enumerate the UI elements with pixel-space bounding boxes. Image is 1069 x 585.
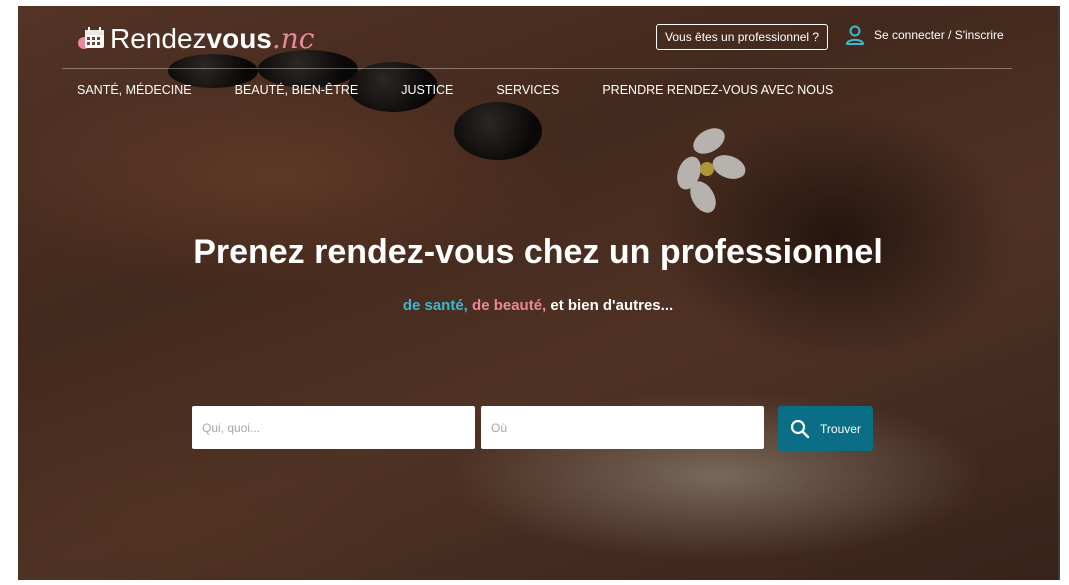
subtitle-rest: et bien d'autres... [550,297,674,314]
flower-decoration [666,122,756,218]
where-input[interactable] [481,406,764,449]
hero-title: Prenez rendez-vous chez un professionnel [193,233,883,271]
nav-item-justice[interactable]: JUSTICE [401,83,453,97]
hot-stone [454,102,542,160]
search-button[interactable]: Trouver [778,406,873,451]
site-header: Rendezvous.nc Vous êtes un professionnel… [18,6,1058,106]
search-icon [790,419,810,438]
professional-button[interactable]: Vous êtes un professionnel ? [656,24,829,50]
nav-item-prendre-rdv[interactable]: PRENDRE RENDEZ-VOUS AVEC NOUS [602,83,833,97]
hero-subtitle: de santé, de beauté, et bien d'autres... [18,297,1058,314]
search-button-label: Trouver [820,421,861,436]
nav-item-beaute[interactable]: BEAUTÉ, BIEN-ÊTRE [235,83,359,97]
site-logo[interactable]: Rendezvous.nc [76,20,315,56]
user-icon [844,24,866,46]
logo-text: Rendezvous.nc [110,21,315,55]
main-nav: SANTÉ, MÉDECINE BEAUTÉ, BIEN-ÊTRE JUSTIC… [77,83,876,97]
window-edge [1058,6,1060,580]
nav-item-services[interactable]: SERVICES [496,83,559,97]
login-label: Se connecter / S'inscrire [874,28,1004,42]
header-divider [62,68,1012,69]
hero-background: Rendezvous.nc Vous êtes un professionnel… [18,6,1058,580]
calendar-icon [76,25,106,51]
subtitle-beaute: de beauté, [472,297,547,314]
login-link[interactable]: Se connecter / S'inscrire [844,24,1004,46]
nav-item-sante[interactable]: SANTÉ, MÉDECINE [77,83,192,97]
subtitle-sante: de santé, [402,297,468,314]
what-input[interactable] [192,406,475,449]
